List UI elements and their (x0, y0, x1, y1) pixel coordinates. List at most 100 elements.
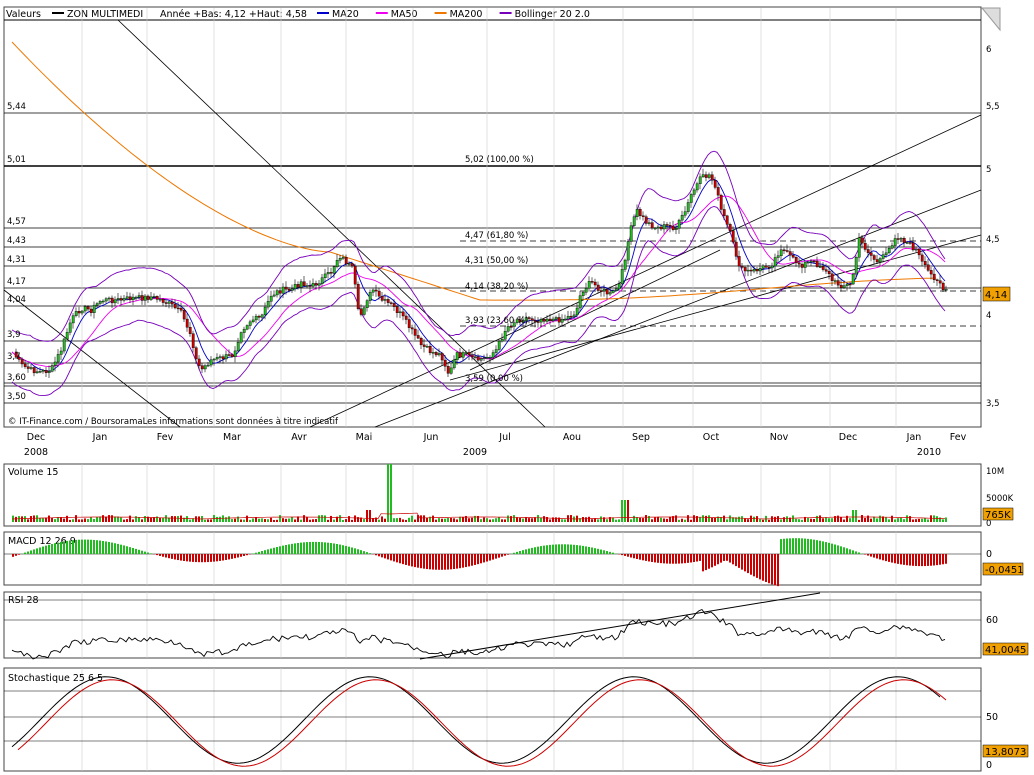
macd-bar (720, 554, 722, 563)
volume-bar (513, 515, 515, 522)
macd-bar (918, 554, 920, 567)
volume-bar (123, 519, 125, 522)
volume-bar (594, 518, 596, 522)
volume-bar (141, 519, 143, 522)
candle-body (458, 352, 462, 358)
volume-bar (501, 519, 503, 522)
volume-bar (666, 518, 668, 522)
volume-bar (930, 515, 932, 522)
macd-bar (657, 554, 659, 563)
macd-bar (900, 554, 902, 565)
macd-bar (576, 545, 578, 554)
fibonacci-label: 4,31 (50,00 %) (465, 256, 528, 266)
macd-bar (111, 542, 113, 554)
candle-body (311, 283, 315, 287)
volume-bar (819, 515, 821, 522)
month-label: Jul (498, 432, 510, 443)
macd-bar (60, 541, 62, 554)
stoch-panel (3, 667, 982, 772)
volume-bar (507, 515, 509, 522)
candle-body (539, 319, 543, 323)
candle-body (41, 370, 45, 372)
volume-bar (939, 517, 941, 522)
macd-bar (390, 554, 392, 561)
volume-bar (120, 517, 122, 522)
candle-body (224, 354, 228, 360)
macd-bar (156, 554, 158, 556)
macd-bar (351, 547, 353, 554)
candle-body (884, 252, 888, 255)
macd-bar (792, 538, 794, 554)
right-axis-tick: 4 (986, 311, 991, 321)
macd-bar (174, 554, 176, 560)
macd-bar (447, 554, 449, 570)
candle-body (566, 315, 570, 320)
candle-body (155, 296, 159, 300)
volume-bar (405, 519, 407, 522)
candle-body (938, 280, 942, 284)
macd-bar (54, 543, 56, 554)
candle-body (551, 318, 555, 321)
macd-bar (123, 545, 125, 554)
volume-bar (219, 516, 221, 522)
macd-bar (66, 540, 68, 554)
right-axis-tick: 5,5 (986, 102, 1000, 112)
candle-body (380, 295, 384, 301)
macd-bar (162, 554, 164, 557)
candle-body (98, 301, 102, 304)
candle-body (158, 298, 162, 301)
candle-body (365, 300, 369, 308)
volume-bar (792, 515, 794, 522)
stoch-50-tick: 50 (986, 712, 998, 723)
candle-body (893, 238, 897, 246)
macd-bar (357, 549, 359, 554)
macd-bar (243, 554, 245, 556)
candle-body (299, 281, 303, 288)
candle-body (881, 254, 885, 259)
left-price-label: 3,9 (7, 330, 21, 340)
candle-body (173, 303, 177, 309)
macd-bar (891, 554, 893, 563)
candle-body (752, 268, 756, 272)
macd-bar (441, 554, 443, 570)
candle-body (830, 273, 834, 281)
macd-bar (519, 551, 521, 554)
candle-body (203, 365, 207, 370)
macd-bar (723, 554, 725, 561)
volume-bar (615, 519, 617, 522)
candle-body (548, 318, 552, 321)
candle-body (596, 284, 600, 291)
macd-bar (261, 551, 263, 554)
volume-bar (690, 519, 692, 522)
macd-bar (747, 554, 749, 574)
volume-bar (222, 515, 224, 522)
candle-body (839, 284, 843, 288)
volume-bar (450, 517, 452, 522)
macd-bar (339, 544, 341, 554)
candle-body (89, 308, 93, 313)
macd-bar (120, 544, 122, 554)
macd-bar (396, 554, 398, 563)
candle-body (902, 237, 906, 243)
candle-body (554, 317, 558, 320)
volume-bar (204, 519, 206, 522)
volume-bar (423, 515, 425, 522)
macd-bar (579, 545, 581, 554)
candle-body (197, 358, 201, 366)
volume-bar (318, 515, 320, 522)
volume-bar (516, 517, 518, 522)
candle-body (266, 301, 270, 308)
macd-bar (183, 554, 185, 561)
volume-bar (390, 464, 392, 522)
candle-body (818, 266, 822, 268)
candle-body (443, 359, 447, 367)
candle-body (929, 270, 933, 275)
macd-bar (753, 554, 755, 577)
macd-bar (561, 544, 563, 554)
volume-bar (816, 515, 818, 522)
candle-body (77, 311, 81, 314)
valeurs-label: Valeurs (6, 9, 41, 20)
macd-bar (903, 554, 905, 565)
macd-bar (414, 554, 416, 568)
macd-bar (873, 554, 875, 558)
